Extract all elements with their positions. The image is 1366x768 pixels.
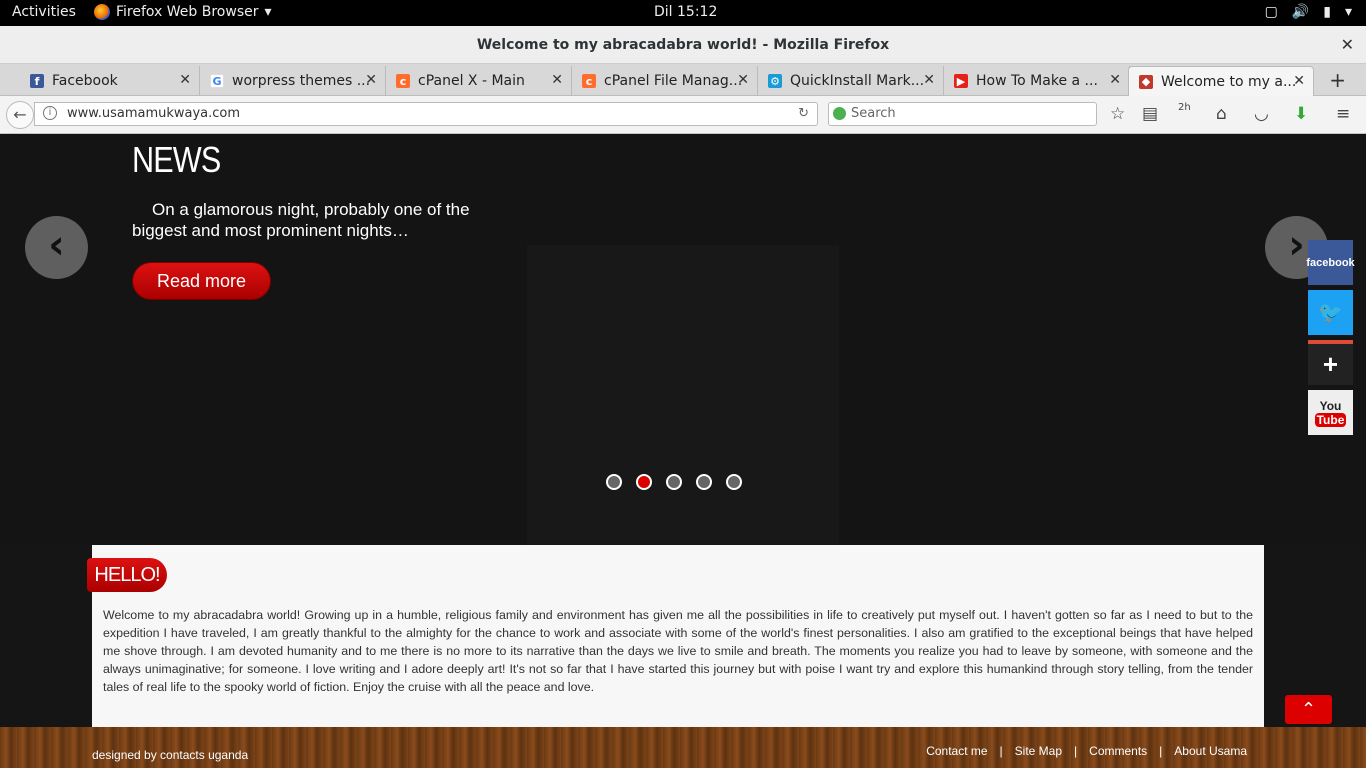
footer-link-contact[interactable]: Contact me xyxy=(926,744,987,758)
footer-separator: | xyxy=(1074,744,1078,758)
window-icon: ▢ xyxy=(1264,4,1278,20)
tab-label: Facebook xyxy=(52,73,118,89)
app-menu[interactable]: Firefox Web Browser ▾ xyxy=(94,4,272,20)
youtube-icon: ▶ xyxy=(954,74,968,88)
close-tab-icon[interactable]: ✕ xyxy=(179,72,191,88)
close-tab-icon[interactable]: ✕ xyxy=(365,72,377,88)
battery-icon: ▮ xyxy=(1323,4,1331,20)
slide-title: NEWS xyxy=(132,139,221,180)
tab-quickinstall[interactable]: ⚙ QuickInstall Mark... ✕ xyxy=(758,66,944,96)
info-icon[interactable]: i xyxy=(43,106,57,120)
twitter-share-button[interactable]: 🐦 xyxy=(1308,290,1353,335)
footer-link-site-map[interactable]: Site Map xyxy=(1015,744,1062,758)
tab-google-search[interactable]: G worpress themes ... ✕ xyxy=(200,66,386,96)
facebook-icon: f xyxy=(30,74,44,88)
youtube-logo-top: You xyxy=(1319,398,1342,413)
chevron-down-icon: ▾ xyxy=(264,4,272,20)
social-sidebar: facebook 🐦 + You Tube xyxy=(1306,240,1355,440)
facebook-label: facebook xyxy=(1306,256,1355,269)
google-plus-share-button[interactable]: + xyxy=(1308,340,1353,385)
slide-image xyxy=(527,245,839,545)
read-more-button[interactable]: Read more xyxy=(132,262,271,300)
tab-label: Welcome to my a... xyxy=(1161,73,1297,90)
slide-text: On a glamorous night, probably one of th… xyxy=(132,200,470,240)
pocket-icon[interactable]: ◡ xyxy=(1254,104,1269,124)
tab-cpanel-main[interactable]: c cPanel X - Main ✕ xyxy=(386,66,572,96)
facebook-share-button[interactable]: facebook xyxy=(1306,240,1355,285)
cpanel-icon: c xyxy=(582,74,596,88)
footer-link-about[interactable]: About Usama xyxy=(1174,744,1247,758)
hamburger-menu-icon[interactable]: ≡ xyxy=(1336,104,1350,124)
system-top-bar: Activities Firefox Web Browser ▾ Dil 15:… xyxy=(0,0,1366,26)
google-icon: G xyxy=(210,74,224,88)
close-window-button[interactable]: ✕ xyxy=(1341,26,1354,64)
back-button[interactable]: ← xyxy=(6,101,34,129)
tab-label: How To Make a ... xyxy=(976,73,1098,89)
close-tab-icon[interactable]: ✕ xyxy=(1109,72,1121,88)
firefox-icon xyxy=(94,4,110,20)
hello-text: Welcome to my abracadabra world! Growing… xyxy=(103,608,1253,694)
cpanel-icon: c xyxy=(396,74,410,88)
slider-dot[interactable] xyxy=(666,474,682,490)
window-titlebar: Welcome to my abracadabra world! - Mozil… xyxy=(0,26,1366,64)
close-tab-icon[interactable]: ✕ xyxy=(551,72,563,88)
footer-separator: | xyxy=(999,744,1003,758)
download-icon[interactable]: ⬇ xyxy=(1294,104,1308,124)
search-placeholder: Search xyxy=(851,106,896,121)
chevron-down-icon: ▾ xyxy=(1344,4,1352,20)
footer-credit: designed by contacts uganda xyxy=(92,748,249,762)
tab-youtube[interactable]: ▶ How To Make a ... ✕ xyxy=(944,66,1130,96)
app-menu-label: Firefox Web Browser xyxy=(116,4,259,20)
tab-label: worpress themes ... xyxy=(232,73,371,89)
activities-button[interactable]: Activities xyxy=(12,4,76,20)
news-slider: NEWS On a glamorous night, probably one … xyxy=(0,135,1366,545)
close-tab-icon[interactable]: ✕ xyxy=(737,72,749,88)
scroll-to-top-button[interactable]: ⌃ xyxy=(1285,695,1332,724)
twitter-bird-icon: 🐦 xyxy=(1318,302,1343,324)
tab-label: cPanel File Manag... xyxy=(604,73,743,89)
close-tab-icon[interactable]: ✕ xyxy=(1293,73,1305,89)
footer-separator: | xyxy=(1159,744,1163,758)
slider-dot[interactable] xyxy=(726,474,742,490)
tab-facebook[interactable]: f Facebook ✕ xyxy=(8,66,200,96)
url-bar[interactable]: i www.usamamukwaya.com ↻ xyxy=(34,102,818,126)
youtube-logo-bottom: Tube xyxy=(1314,412,1347,427)
youtube-link-button[interactable]: You Tube xyxy=(1308,390,1353,435)
close-tab-icon[interactable]: ✕ xyxy=(923,72,935,88)
tab-label: cPanel X - Main xyxy=(418,73,525,89)
clock[interactable]: Dil 15:12 xyxy=(654,4,717,20)
url-text: www.usamamukwaya.com xyxy=(67,106,241,121)
search-engine-icon xyxy=(833,107,846,120)
plus-icon: + xyxy=(1322,349,1339,379)
tab-label: QuickInstall Mark... xyxy=(790,73,925,89)
site-icon: ◆ xyxy=(1139,74,1153,89)
footer-links: Contact me | Site Map | Comments | About… xyxy=(926,744,1247,758)
web-page: NEWS On a glamorous night, probably one … xyxy=(0,135,1366,768)
slider-prev-button[interactable]: ‹ xyxy=(25,216,88,279)
bookmark-star-icon[interactable]: ☆ xyxy=(1110,104,1125,124)
slider-dots xyxy=(606,474,742,490)
reload-icon[interactable]: ↻ xyxy=(798,103,809,125)
home-icon[interactable]: ⌂ xyxy=(1216,104,1227,124)
tab-cpanel-file-manager[interactable]: c cPanel File Manag... ✕ xyxy=(572,66,758,96)
volume-icon: 🔊 xyxy=(1291,4,1310,20)
new-tab-button[interactable]: + xyxy=(1329,68,1346,92)
slider-dot-active[interactable] xyxy=(636,474,652,490)
tab-bar: f Facebook ✕ G worpress themes ... ✕ c c… xyxy=(0,64,1366,96)
navigation-toolbar: ← i www.usamamukwaya.com ↻ Search ☆ ▤ 2h… xyxy=(0,96,1366,134)
search-input[interactable]: Search xyxy=(828,102,1097,126)
slider-dot[interactable] xyxy=(606,474,622,490)
footer: designed by contacts uganda Contact me |… xyxy=(0,727,1366,768)
gear-icon: ⚙ xyxy=(768,74,782,88)
footer-link-comments[interactable]: Comments xyxy=(1089,744,1147,758)
reading-list-icon[interactable]: ▤ xyxy=(1142,104,1158,124)
window-title: Welcome to my abracadabra world! - Mozil… xyxy=(476,37,890,53)
hello-badge: HELLO! xyxy=(87,558,167,592)
tab-active-site[interactable]: ◆ Welcome to my a... ✕ xyxy=(1128,66,1314,96)
system-tray[interactable]: ▢ 🔊 ▮ ▾ xyxy=(1265,4,1352,20)
slider-dot[interactable] xyxy=(696,474,712,490)
timer-addon-badge[interactable]: 2h xyxy=(1178,102,1191,113)
hello-panel: HELLO! Welcome to my abracadabra world! … xyxy=(87,545,1264,727)
